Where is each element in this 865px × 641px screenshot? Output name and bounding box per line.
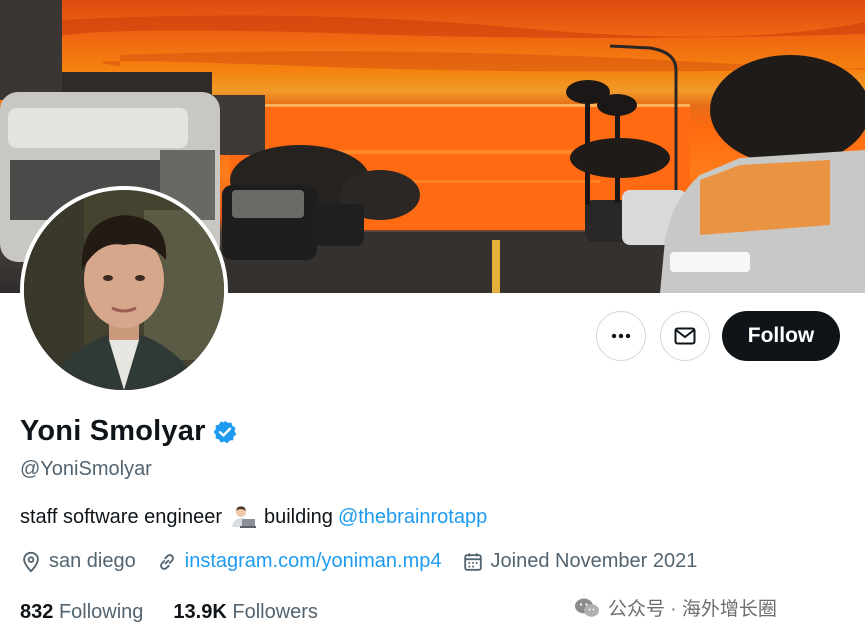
more-button[interactable] bbox=[596, 311, 646, 361]
website-item: instagram.com/yoniman.mp4 bbox=[156, 550, 442, 573]
joined-item: Joined November 2021 bbox=[462, 550, 698, 573]
avatar-image bbox=[24, 190, 224, 390]
following-link[interactable]: 832 Following bbox=[20, 601, 143, 624]
location-item: san diego bbox=[20, 550, 136, 573]
verified-badge-icon[interactable] bbox=[212, 419, 238, 445]
message-button[interactable] bbox=[660, 311, 710, 361]
link-icon bbox=[159, 553, 174, 570]
more-icon bbox=[611, 333, 631, 339]
following-label: Following bbox=[58, 601, 144, 623]
bio-building-text: building bbox=[263, 505, 333, 528]
profile-handle: @YoniSmolyar bbox=[20, 458, 152, 480]
wechat-icon bbox=[575, 598, 599, 617]
followers-link[interactable]: 13.9K Followers bbox=[173, 601, 318, 624]
follow-button[interactable]: Follow bbox=[722, 311, 840, 361]
follow-counts: 832 Following 13.9K Followers bbox=[20, 601, 348, 624]
location-pin-icon bbox=[23, 551, 39, 572]
profile-avatar[interactable] bbox=[20, 186, 228, 394]
profile-name: Yoni Smolyar bbox=[20, 415, 206, 447]
envelope-icon bbox=[674, 327, 696, 345]
watermark-text: 公众号 · 海外增长圈 bbox=[608, 599, 777, 620]
profile-meta: san diego instagram.com/yoniman.mp4 Join… bbox=[20, 550, 717, 573]
watermark: 公众号 · 海外增长圈 bbox=[574, 594, 777, 621]
following-count: 832 bbox=[20, 601, 54, 623]
website-link[interactable]: instagram.com/yoniman.mp4 bbox=[185, 550, 442, 573]
profile-bio: staff software engineer building @thebra… bbox=[20, 505, 487, 529]
bio-mention-link[interactable]: @thebrainrotapp bbox=[338, 506, 487, 529]
joined-text: Joined November 2021 bbox=[490, 550, 698, 572]
calendar-icon bbox=[463, 552, 482, 571]
location-text: san diego bbox=[49, 550, 136, 572]
profile-name-row: Yoni Smolyar bbox=[20, 415, 238, 448]
followers-label: Followers bbox=[232, 601, 318, 623]
bio-text: staff software engineer bbox=[20, 505, 222, 528]
followers-count: 13.9K bbox=[173, 601, 227, 623]
technologist-emoji-icon bbox=[230, 505, 256, 529]
